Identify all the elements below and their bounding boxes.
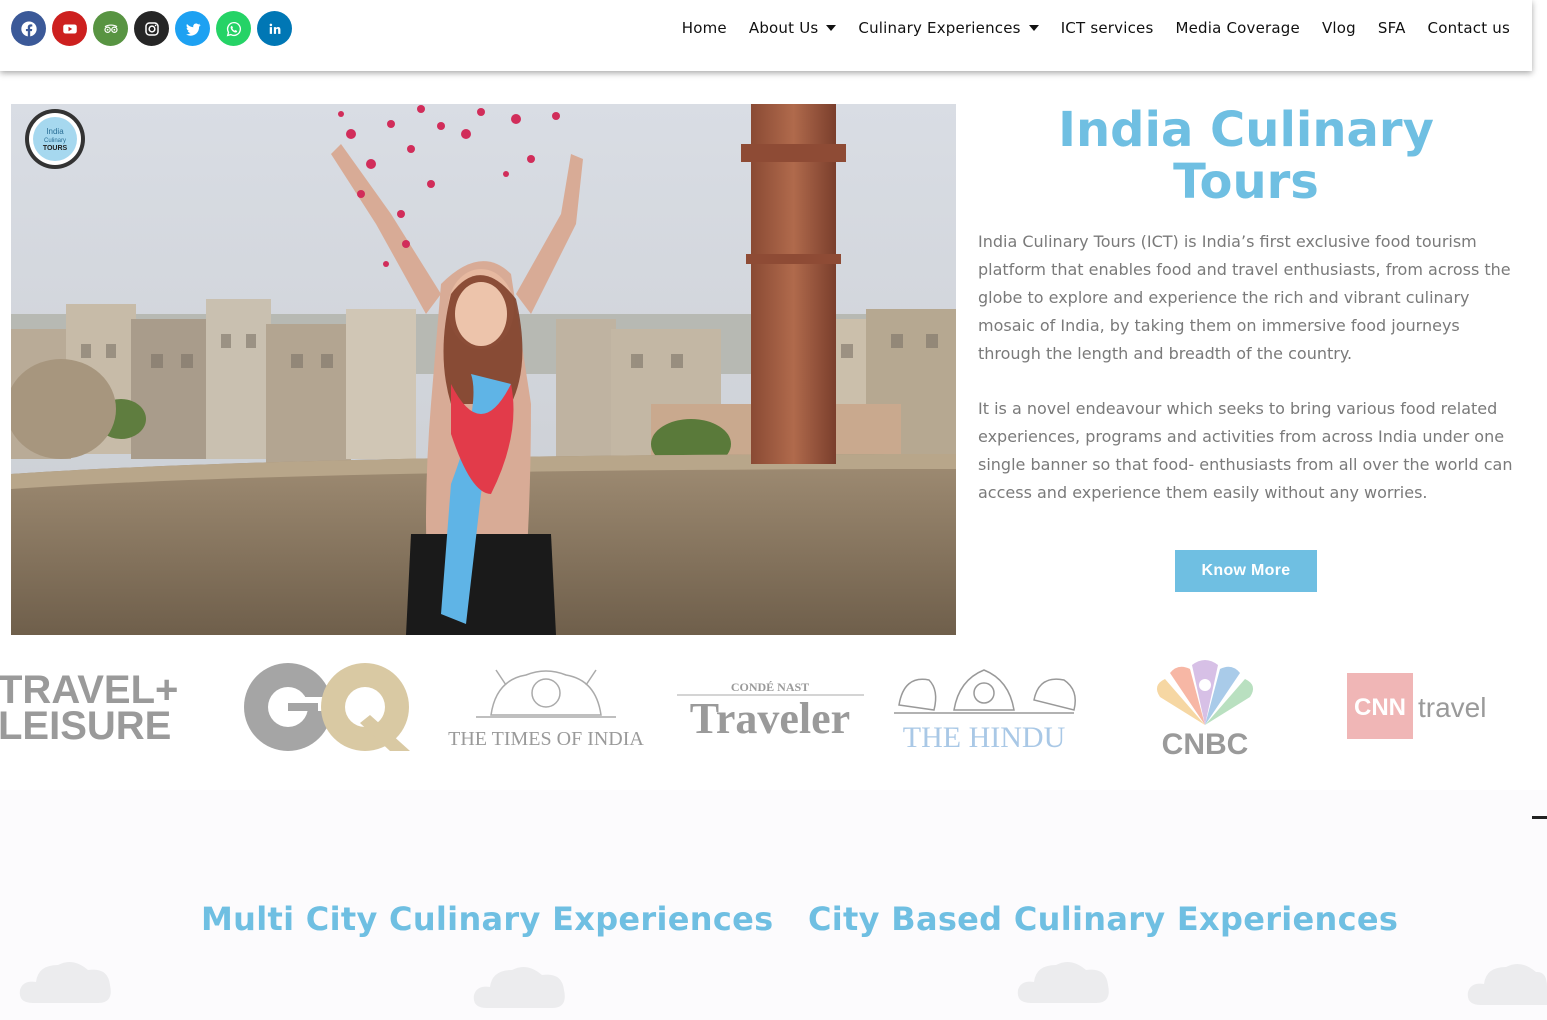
twitter-icon[interactable] — [175, 11, 210, 46]
cnn-label: CNN — [1354, 694, 1406, 721]
nav-vlog[interactable]: Vlog — [1322, 19, 1356, 37]
gq-label: GQ — [326, 762, 330, 764]
nav-sfa-label: SFA — [1377, 19, 1406, 37]
nav-contact-label: Contact us — [1427, 19, 1510, 37]
cnbc-label: CNBC — [1162, 728, 1249, 761]
times-of-india-label: THE TIMES OF INDIA — [448, 728, 644, 750]
cnn-travel-logo[interactable]: CNN travel — [1340, 655, 1500, 765]
multi-city-heading[interactable]: Multi City Culinary Experiences — [201, 900, 773, 938]
tripadvisor-icon[interactable] — [93, 11, 128, 46]
traveler-label: Traveler — [690, 694, 850, 743]
know-more-button[interactable]: Know More — [1175, 550, 1317, 592]
the-hindu-logo[interactable]: THE HINDU — [884, 655, 1084, 765]
cloud-icon — [473, 966, 565, 1008]
scroll-indicator — [1532, 816, 1547, 819]
cnbc-logo[interactable]: CNBC — [1130, 655, 1280, 765]
nav-home[interactable]: Home — [682, 19, 727, 37]
main-nav: Home About Us Culinary Experiences ICT s… — [682, 19, 1510, 37]
nav-ict-services[interactable]: ICT services — [1061, 19, 1154, 37]
nav-culinary-label: Culinary Experiences — [858, 19, 1021, 37]
the-hindu-label: THE HINDU — [903, 721, 1066, 754]
caret-down-icon — [826, 25, 837, 31]
times-of-india-logo[interactable]: THE TIMES OF INDIA — [436, 655, 656, 765]
nav-media-label: Media Coverage — [1175, 19, 1300, 37]
nav-vlog-label: Vlog — [1321, 19, 1356, 37]
nav-home-label: Home — [681, 19, 727, 37]
instagram-icon[interactable] — [134, 11, 169, 46]
nav-about-label: About Us — [748, 19, 819, 37]
nav-media-coverage[interactable]: Media Coverage — [1175, 19, 1300, 37]
conde-nast-traveler-logo[interactable]: CONDÉ NAST Traveler — [672, 655, 867, 765]
conde-nast-label: CONDÉ NAST — [731, 680, 809, 694]
facebook-icon[interactable] — [11, 11, 46, 46]
cloud-icon — [19, 961, 111, 1003]
youtube-icon[interactable] — [52, 11, 87, 46]
nav-about-us[interactable]: About Us — [749, 19, 837, 37]
nav-sfa[interactable]: SFA — [1378, 19, 1406, 37]
cloud-icon — [1017, 961, 1109, 1003]
nav-contact-us[interactable]: Contact us — [1428, 19, 1510, 37]
hero-title: India Culinary Tours — [1058, 102, 1434, 210]
logo-text-india: India — [46, 127, 64, 136]
india-culinary-tours-logo: India Culinary TOURS — [24, 108, 86, 170]
travel-leisure-logo[interactable]: TRAVEL+ LEISURE — [0, 655, 220, 765]
site-header: Home About Us Culinary Experiences ICT s… — [0, 0, 1532, 71]
hero-paragraph-2: It is a novel endeavour which seeks to b… — [978, 399, 1513, 502]
hero-paragraph-1: India Culinary Tours (ICT) is India’s fi… — [978, 232, 1511, 363]
travel-leisure-line2: LEISURE — [0, 704, 171, 748]
social-links — [11, 11, 292, 46]
caret-down-icon — [1028, 25, 1039, 31]
hero-image — [11, 104, 956, 635]
linkedin-icon[interactable] — [257, 11, 292, 46]
nav-ict-label: ICT services — [1060, 19, 1154, 37]
nav-culinary-experiences[interactable]: Culinary Experiences — [858, 19, 1039, 37]
media-logos-strip: TRAVEL+ LEISURE GQ THE TIMES OF INDIA CO… — [0, 655, 1547, 765]
cnn-travel-label: travel — [1418, 692, 1486, 723]
logo-text-culinary: Culinary — [44, 138, 66, 144]
city-based-heading[interactable]: City Based Culinary Experiences — [808, 900, 1398, 938]
cloud-icon — [1467, 963, 1547, 1005]
whatsapp-icon[interactable] — [216, 11, 251, 46]
logo-text-tours: TOURS — [43, 145, 68, 152]
gq-logo[interactable]: GQ — [240, 655, 415, 765]
